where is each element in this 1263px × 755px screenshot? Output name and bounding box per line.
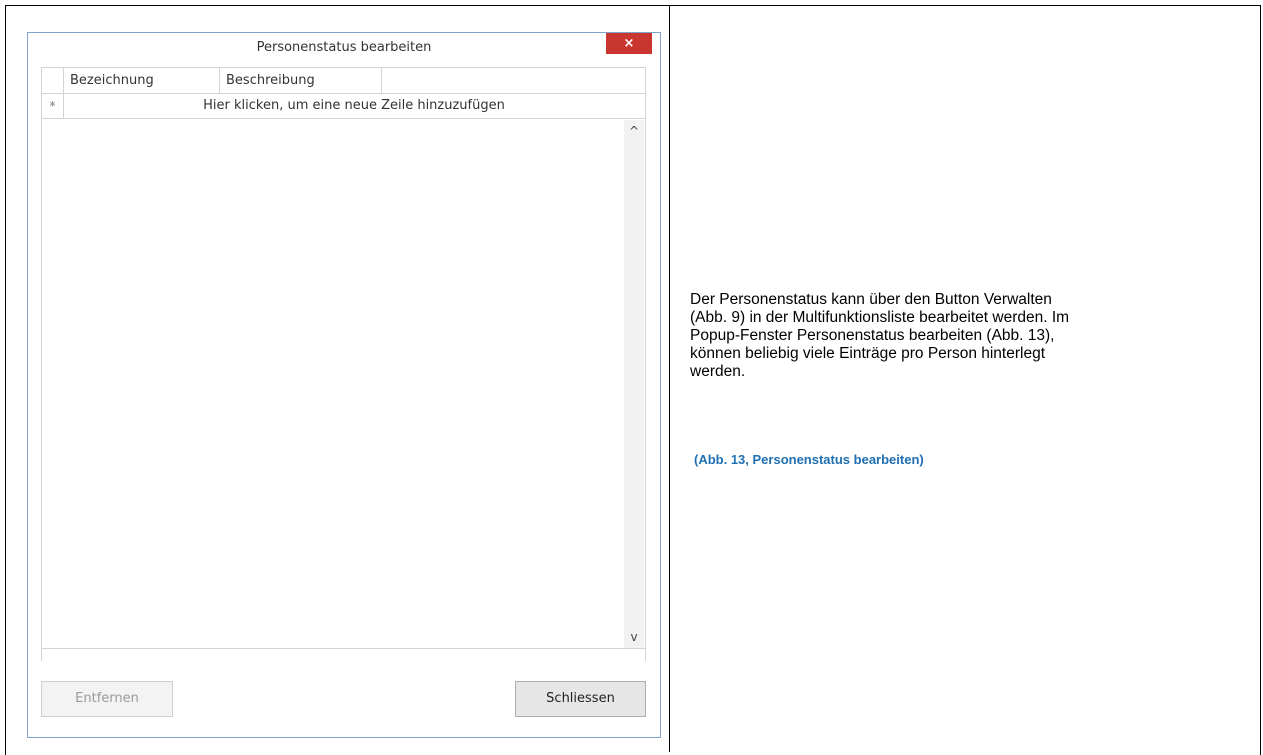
description-line: werden. [690, 363, 746, 380]
description-line: (Abb. 9) in der Multifunktionsliste bear… [690, 309, 1070, 326]
description-line: Popup-Fenster Personenstatus bearbeiten … [690, 327, 1055, 344]
description-text: Der Personenstatus kann über den Button … [690, 291, 1250, 381]
close-icon[interactable]: × [606, 33, 652, 54]
row-selector-header [42, 68, 64, 93]
add-new-row[interactable]: * Hier klicken, um eine neue Zeile hinzu… [42, 94, 645, 119]
scroll-down-icon[interactable]: v [624, 628, 644, 646]
column-header-beschreibung[interactable]: Beschreibung [220, 68, 382, 93]
scroll-up-icon[interactable]: ^ [624, 122, 644, 140]
status-grid[interactable]: Bezeichnung Beschreibung * Hier klicken,… [41, 67, 646, 661]
close-button[interactable]: Schliessen [515, 681, 646, 717]
column-header-bezeichnung[interactable]: Bezeichnung [64, 68, 220, 93]
new-row-star-icon: * [42, 94, 64, 118]
description-line: können beliebig viele Einträge pro Perso… [690, 345, 1046, 362]
title-bar[interactable]: Personenstatus bearbeiten × [28, 33, 660, 63]
description-line: Der Personenstatus kann über den Button … [690, 291, 1052, 308]
vertical-scrollbar[interactable]: ^ v [624, 120, 644, 648]
remove-button[interactable]: Entfernen [41, 681, 173, 717]
add-new-row-label[interactable]: Hier klicken, um eine neue Zeile hinzuzu… [64, 94, 644, 118]
grid-header: Bezeichnung Beschreibung [42, 68, 645, 94]
cell-divider [669, 5, 670, 752]
dialog-title: Personenstatus bearbeiten [256, 40, 432, 55]
horizontal-scrollbar[interactable] [42, 648, 645, 661]
figure-caption: (Abb. 13, Personenstatus bearbeiten) [694, 452, 924, 467]
personenstatus-dialog: Personenstatus bearbeiten × Bezeichnung … [27, 32, 661, 738]
